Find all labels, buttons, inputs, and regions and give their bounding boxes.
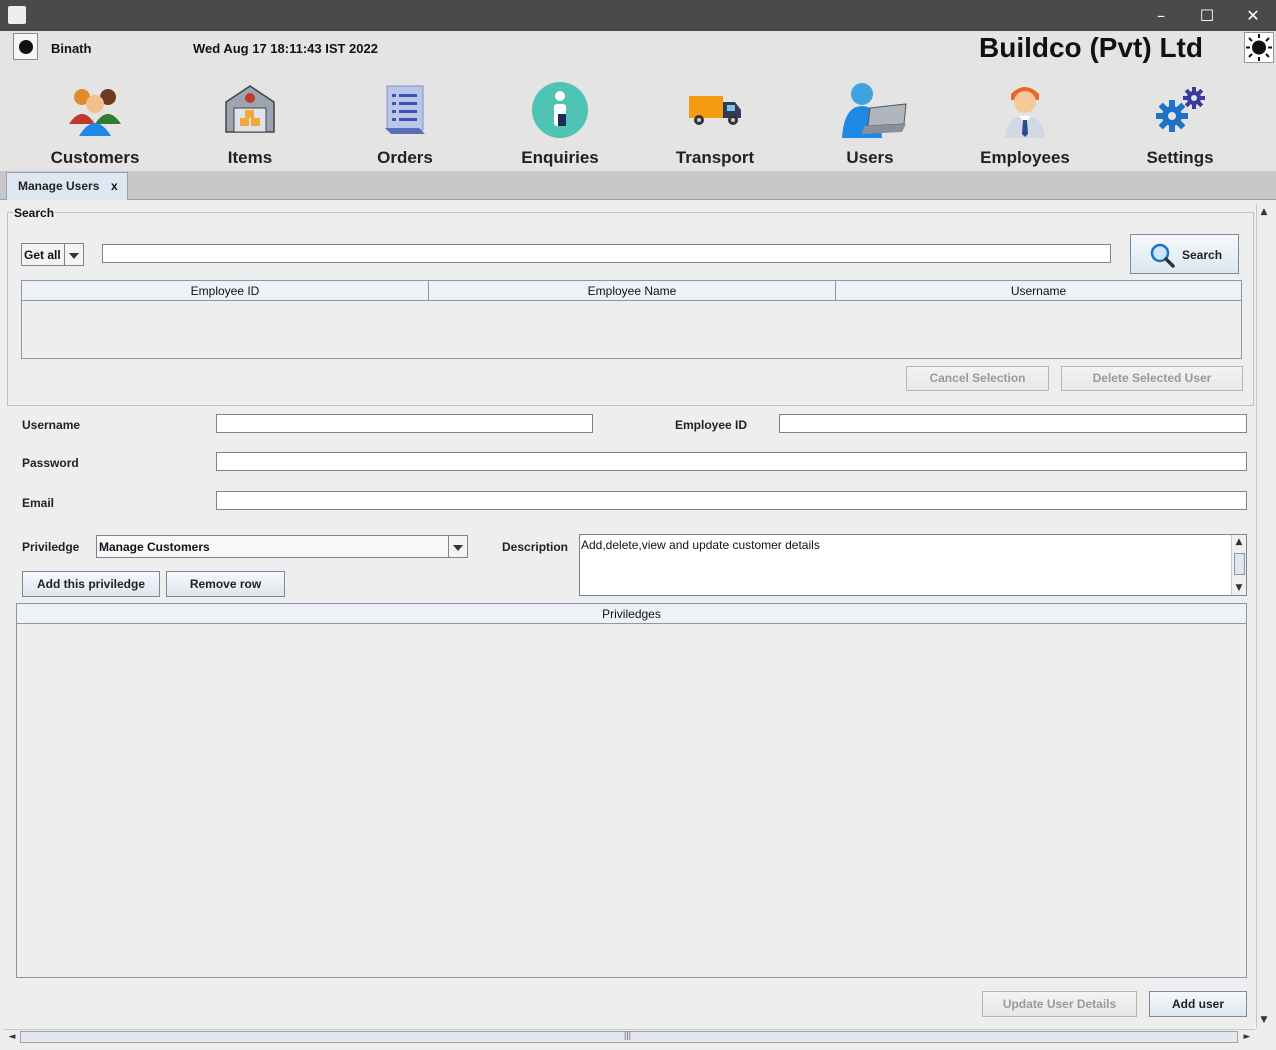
update-user-details-button[interactable]: Update User Details xyxy=(982,991,1137,1017)
customers-icon xyxy=(69,89,121,136)
nav-label: Settings xyxy=(1146,148,1214,167)
nav-transport[interactable]: Transport xyxy=(640,80,790,172)
search-filter-select[interactable]: Get all xyxy=(21,243,84,266)
window-titlebar: – ☐ ✕ xyxy=(0,0,1276,31)
nav-settings[interactable]: Settings xyxy=(1105,80,1255,172)
privilege-select-value: Manage Customers xyxy=(99,540,210,554)
users-table[interactable]: Employee ID Employee Name Username xyxy=(21,280,1242,359)
search-legend: Search xyxy=(13,206,56,220)
nav-users[interactable]: Users xyxy=(795,80,945,172)
email-label: Email xyxy=(22,496,55,510)
scroll-thumb[interactable]: ||| xyxy=(20,1030,1238,1043)
description-textarea[interactable]: Add,delete,view and update customer deta… xyxy=(579,534,1247,596)
search-input[interactable] xyxy=(102,244,1111,263)
close-window-button[interactable]: ✕ xyxy=(1230,0,1276,31)
description-scrollbar[interactable]: ▲ ▼ xyxy=(1231,535,1246,595)
scroll-grip: ||| xyxy=(624,1030,632,1040)
column-header-employee-id[interactable]: Employee ID xyxy=(22,281,429,301)
cancel-selection-button[interactable]: Cancel Selection xyxy=(906,366,1049,391)
minimize-button[interactable]: – xyxy=(1138,0,1184,31)
tab-strip xyxy=(0,171,1276,200)
theme-toggle-sun-icon[interactable] xyxy=(1244,32,1274,63)
employee-id-field[interactable] xyxy=(779,414,1247,433)
scroll-thumb[interactable] xyxy=(1234,553,1245,575)
scroll-left-icon[interactable]: ◄ xyxy=(5,1030,19,1044)
nav-enquiries[interactable]: Enquiries xyxy=(485,80,635,172)
password-label: Password xyxy=(22,456,79,470)
search-button[interactable]: Search xyxy=(1130,234,1239,274)
users-icon xyxy=(842,83,907,138)
employee-id-label: Employee ID xyxy=(675,418,748,432)
delete-selected-user-button[interactable]: Delete Selected User xyxy=(1061,366,1243,391)
warehouse-icon xyxy=(225,85,275,133)
vertical-scrollbar[interactable]: ▲ ▼ xyxy=(1256,204,1270,1028)
maximize-button[interactable]: ☐ xyxy=(1184,0,1230,31)
nav-label: Users xyxy=(846,148,894,167)
nav-label: Enquiries xyxy=(521,148,599,167)
description-text: Add,delete,view and update customer deta… xyxy=(581,538,820,552)
nav-label: Transport xyxy=(675,148,755,167)
user-avatar-icon[interactable] xyxy=(13,33,38,60)
truck-icon xyxy=(689,96,741,125)
username-label: Username xyxy=(22,418,81,432)
privilege-label: Priviledge xyxy=(22,540,80,554)
nav-orders[interactable]: Orders xyxy=(330,80,480,172)
add-privilege-button[interactable]: Add this priviledge xyxy=(22,571,160,597)
scroll-down-icon[interactable]: ▼ xyxy=(1232,581,1246,595)
company-name: Buildco (Pvt) Ltd xyxy=(979,32,1203,63)
add-user-button[interactable]: Add user xyxy=(1149,991,1247,1017)
horizontal-scrollbar[interactable]: ◄ ||| ► xyxy=(4,1029,1255,1044)
chevron-down-icon[interactable] xyxy=(64,244,83,265)
password-field[interactable] xyxy=(216,452,1247,471)
scroll-down-icon[interactable]: ▼ xyxy=(1257,1013,1271,1027)
remove-row-button[interactable]: Remove row xyxy=(166,571,285,597)
search-button-label: Search xyxy=(1182,248,1223,262)
info-icon xyxy=(532,82,588,138)
column-header-employee-name[interactable]: Employee Name xyxy=(429,281,836,301)
tab-label: Manage Users xyxy=(18,179,100,193)
column-header-privileges[interactable]: Priviledges xyxy=(17,604,1246,624)
close-tab-icon[interactable]: x xyxy=(111,179,118,193)
nav-label: Items xyxy=(227,148,273,167)
nav-label: Customers xyxy=(50,148,140,167)
scroll-up-icon[interactable]: ▲ xyxy=(1257,205,1271,219)
scroll-up-icon[interactable]: ▲ xyxy=(1232,535,1246,549)
nav-label: Orders xyxy=(377,148,433,167)
column-header-username[interactable]: Username xyxy=(836,281,1241,301)
privileges-table[interactable]: Priviledges xyxy=(16,603,1247,978)
current-datetime: Wed Aug 17 18:11:43 IST 2022 xyxy=(193,41,378,56)
search-icon xyxy=(1150,243,1175,268)
gears-icon xyxy=(1156,87,1205,132)
username-field[interactable] xyxy=(216,414,593,433)
nav-employees[interactable]: Employees xyxy=(950,80,1100,172)
tab-manage-users[interactable]: Manage Users x xyxy=(6,172,128,200)
orders-icon xyxy=(385,85,425,134)
nav-label: Employees xyxy=(980,148,1070,167)
employee-icon xyxy=(1005,87,1045,138)
app-icon xyxy=(8,6,26,24)
privilege-select[interactable]: Manage Customers xyxy=(96,535,468,558)
nav-items[interactable]: Items xyxy=(175,80,325,172)
current-user-name: Binath xyxy=(51,41,92,56)
chevron-down-icon[interactable] xyxy=(448,536,467,557)
search-filter-value: Get all xyxy=(24,248,61,262)
email-field[interactable] xyxy=(216,491,1247,510)
description-label: Description xyxy=(502,540,569,554)
nav-customers[interactable]: Customers xyxy=(20,80,170,172)
scroll-right-icon[interactable]: ► xyxy=(1240,1030,1254,1044)
